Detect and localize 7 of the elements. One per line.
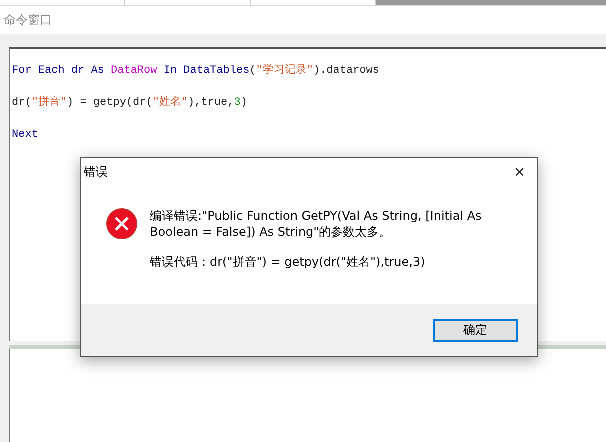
code-line: Next: [12, 128, 40, 143]
dialog-title: 错误: [84, 164, 108, 180]
code-line: dr("拼音") = getpy(dr("姓名"),true,3): [12, 95, 248, 111]
code-line: For Each dr As DataRow In DataTables("学习记录").datarows: [12, 63, 380, 79]
error-code: 错误代码：dr("拼音") = getpy(dr("姓名"),true,3): [150, 254, 426, 270]
panel-title: 命令窗口: [4, 12, 52, 28]
error-message: 编译错误:"Public Function GetPY(Val As String, [Initial As Boolean = False]) As String"的参数太多。: [150, 208, 483, 240]
